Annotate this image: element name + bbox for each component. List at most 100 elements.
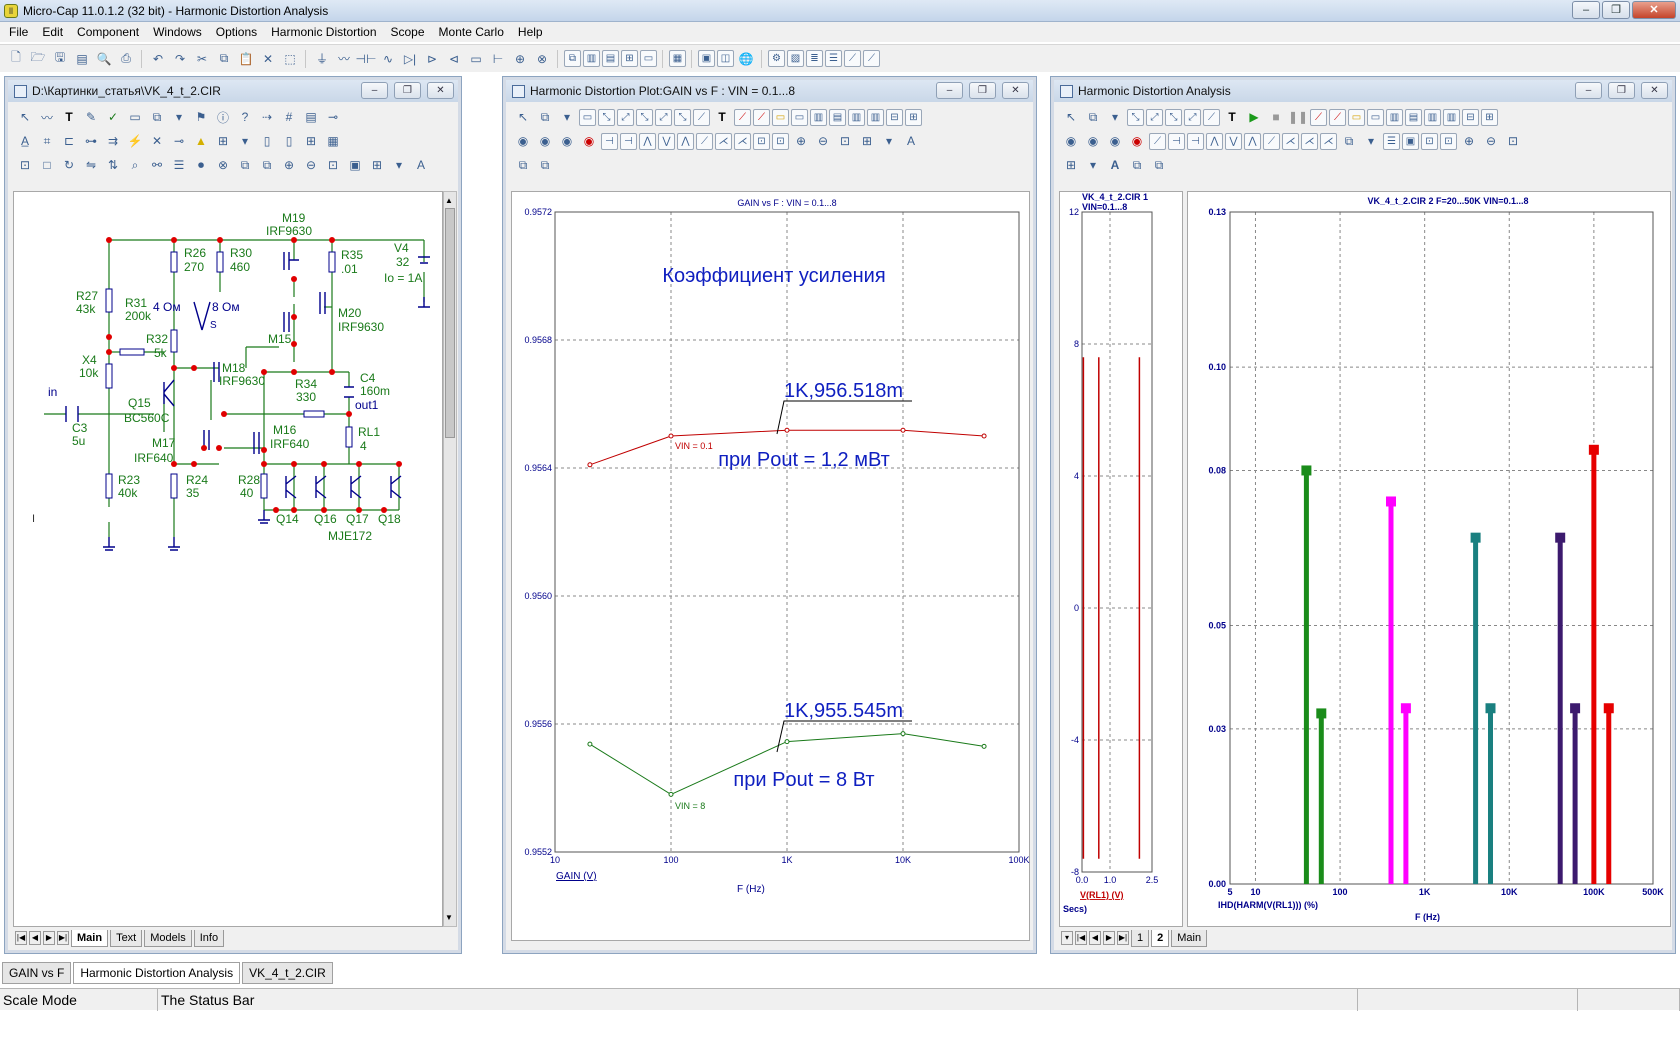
ungroup-icon[interactable]: ⧉ xyxy=(257,155,277,175)
page-icon[interactable]: ▯ xyxy=(257,131,277,151)
horizontal-tag-icon[interactable]: ▥ xyxy=(1386,108,1403,126)
previous-simulation-icon[interactable]: ⋌ xyxy=(1282,132,1299,150)
select-all-icon[interactable]: ⬚ xyxy=(280,49,300,69)
menu-scope[interactable]: Scope xyxy=(384,23,432,41)
gain-plot-canvas[interactable]: 0.9572 0.9568 0.9564 0.9560 0.9556 0.9552 10 1… xyxy=(511,191,1030,941)
zoom-out-icon[interactable]: ⊖ xyxy=(301,155,321,175)
doc-tab-schematic[interactable]: VK_4_t_2.CIR xyxy=(242,962,333,984)
grid-spacing-icon[interactable]: ▭ xyxy=(791,108,808,126)
select-mode-icon[interactable]: ↖ xyxy=(513,107,533,127)
separate-icon[interactable]: ⊟ xyxy=(1462,108,1479,126)
paste-plot-icon[interactable]: ⧉ xyxy=(1149,155,1169,175)
dropdown-arrow-icon[interactable]: ▾ xyxy=(235,131,255,151)
next-simulation-icon[interactable]: ⟋ xyxy=(696,132,713,150)
pause-icon[interactable]: ❚❚ xyxy=(1288,107,1308,127)
global-high-icon[interactable]: ⊣ xyxy=(620,132,637,150)
run-icon[interactable]: ▶ xyxy=(1244,107,1264,127)
gain-minimize-button[interactable]: – xyxy=(936,82,963,99)
horizontal-tag-icon[interactable]: ▥ xyxy=(810,108,827,126)
next-page-icon[interactable]: ▶ xyxy=(43,931,55,945)
vertical-tag-icon[interactable]: ▤ xyxy=(829,108,846,126)
stop-icon[interactable]: ■ xyxy=(1266,107,1286,127)
optimize-icon[interactable]: ⟋ xyxy=(863,50,880,67)
box-icon[interactable]: □ xyxy=(37,155,57,175)
point-tag-icon[interactable]: ⟋ xyxy=(753,108,770,126)
source-icon[interactable]: ⊕ xyxy=(510,49,530,69)
rect-icon[interactable]: ▭ xyxy=(772,108,789,126)
pin-icon[interactable]: ⊸ xyxy=(323,107,343,127)
dropdown-arrow-icon[interactable]: ▾ xyxy=(1361,131,1381,151)
font-icon[interactable]: A xyxy=(411,155,431,175)
restore-scale-icon[interactable]: ⤢ xyxy=(1184,108,1201,126)
tab-models[interactable]: Models xyxy=(144,929,192,947)
schematic-minimize-button[interactable]: – xyxy=(361,82,388,99)
image-icon[interactable]: ▭ xyxy=(579,108,596,126)
slope-icon[interactable]: ▥ xyxy=(1424,108,1441,126)
attribute-text-icon[interactable]: A̲ xyxy=(15,131,35,151)
diode-icon[interactable]: ▷| xyxy=(400,49,420,69)
next-object-icon[interactable]: ⋌ xyxy=(1301,132,1318,150)
stop-icon[interactable]: ⏺ xyxy=(191,155,211,175)
current-icon[interactable]: ⇉ xyxy=(103,131,123,151)
bottom-icon[interactable]: ⋀ xyxy=(1244,132,1261,150)
delete-icon[interactable]: ✕ xyxy=(258,49,278,69)
low-icon[interactable]: ◉ xyxy=(579,131,599,151)
first-page-icon[interactable]: |◀ xyxy=(1075,931,1087,945)
zoom-out-icon[interactable]: ⊖ xyxy=(1481,131,1501,151)
zoom-out-icon[interactable]: ⊖ xyxy=(813,131,833,151)
minimize-button[interactable]: – xyxy=(1572,1,1600,19)
dropdown-arrow-icon[interactable]: ▾ xyxy=(389,155,409,175)
layout-icon[interactable]: ⊞ xyxy=(301,131,321,151)
doc-tab-harmonic-distortion[interactable]: Harmonic Distortion Analysis xyxy=(73,962,241,984)
menu-help[interactable]: Help xyxy=(511,23,550,41)
schematic-vertical-scrollbar[interactable]: ▲ ▼ xyxy=(443,191,457,927)
wire-mode-icon[interactable]: 〰 xyxy=(37,107,57,127)
schematic-canvas[interactable]: M19 IRF9630 R26 270 R30 460 R35 .01 V4 3… xyxy=(13,191,443,927)
grid-icon[interactable]: ⊞ xyxy=(213,131,233,151)
flip-x-icon[interactable]: ⇋ xyxy=(81,155,101,175)
prev-page-icon[interactable]: ◀ xyxy=(29,931,41,945)
calculator-icon[interactable]: ▦ xyxy=(669,50,686,67)
undo-icon[interactable]: ↶ xyxy=(148,49,168,69)
plot-icon[interactable]: ⟋ xyxy=(844,50,861,67)
grid-text-icon[interactable]: ⌗ xyxy=(37,131,57,151)
global-high-icon[interactable]: ⊣ xyxy=(1187,132,1204,150)
auto-scale-icon[interactable]: ⤡ xyxy=(1165,108,1182,126)
model-icon[interactable]: ⚙ xyxy=(768,50,785,67)
tab-text[interactable]: Text xyxy=(110,929,143,947)
align-icon[interactable]: ⊡ xyxy=(772,132,789,150)
hd-close-button[interactable]: ✕ xyxy=(1641,82,1668,99)
cascade-icon[interactable]: ⧉ xyxy=(564,50,581,67)
font-icon[interactable]: A xyxy=(1105,155,1125,175)
slope-icon[interactable]: ▥ xyxy=(848,108,865,126)
scrollbar-thumb[interactable] xyxy=(445,208,455,438)
maximize-plot-icon[interactable]: ⤢ xyxy=(617,108,634,126)
point-tag-icon[interactable]: ⟋ xyxy=(1329,108,1346,126)
hd-restore-button[interactable]: ❐ xyxy=(1608,82,1635,99)
clear-icon[interactable]: ⊗ xyxy=(213,155,233,175)
dropdown-arrow-icon[interactable]: ▾ xyxy=(879,131,899,151)
list-icon[interactable]: ☰ xyxy=(169,155,189,175)
inflection-icon[interactable]: ⊣ xyxy=(601,132,618,150)
font-icon[interactable]: A xyxy=(901,131,921,151)
npn-icon[interactable]: ⊳ xyxy=(422,49,442,69)
copy-plot-icon[interactable]: ⧉ xyxy=(1127,155,1147,175)
maximize-plot-icon[interactable]: ⤢ xyxy=(1146,108,1163,126)
next-simulation-icon[interactable]: ⟋ xyxy=(1263,132,1280,150)
scale-icon[interactable]: ⤡ xyxy=(1127,108,1144,126)
high-icon[interactable]: ◉ xyxy=(1105,131,1125,151)
menu-edit[interactable]: Edit xyxy=(35,23,70,41)
pencil-icon[interactable]: ✎ xyxy=(81,107,101,127)
menu-component[interactable]: Component xyxy=(70,23,146,41)
tile-vertical-icon[interactable]: ▥ xyxy=(583,50,600,67)
restore-button[interactable]: ❐ xyxy=(1602,1,1630,19)
step-box-icon[interactable]: ⊡ xyxy=(15,155,35,175)
redo-icon[interactable]: ↷ xyxy=(170,49,190,69)
ground-icon[interactable]: ⏚ xyxy=(312,49,332,69)
check-icon[interactable]: ✓ xyxy=(103,107,123,127)
graphics-icon[interactable]: ▭ xyxy=(125,107,145,127)
component-icon[interactable]: ⧉ xyxy=(147,107,167,127)
last-page-icon[interactable]: ▶| xyxy=(1117,931,1129,945)
prev-page-icon[interactable]: ◀ xyxy=(1089,931,1101,945)
hd-minimize-button[interactable]: – xyxy=(1575,82,1602,99)
